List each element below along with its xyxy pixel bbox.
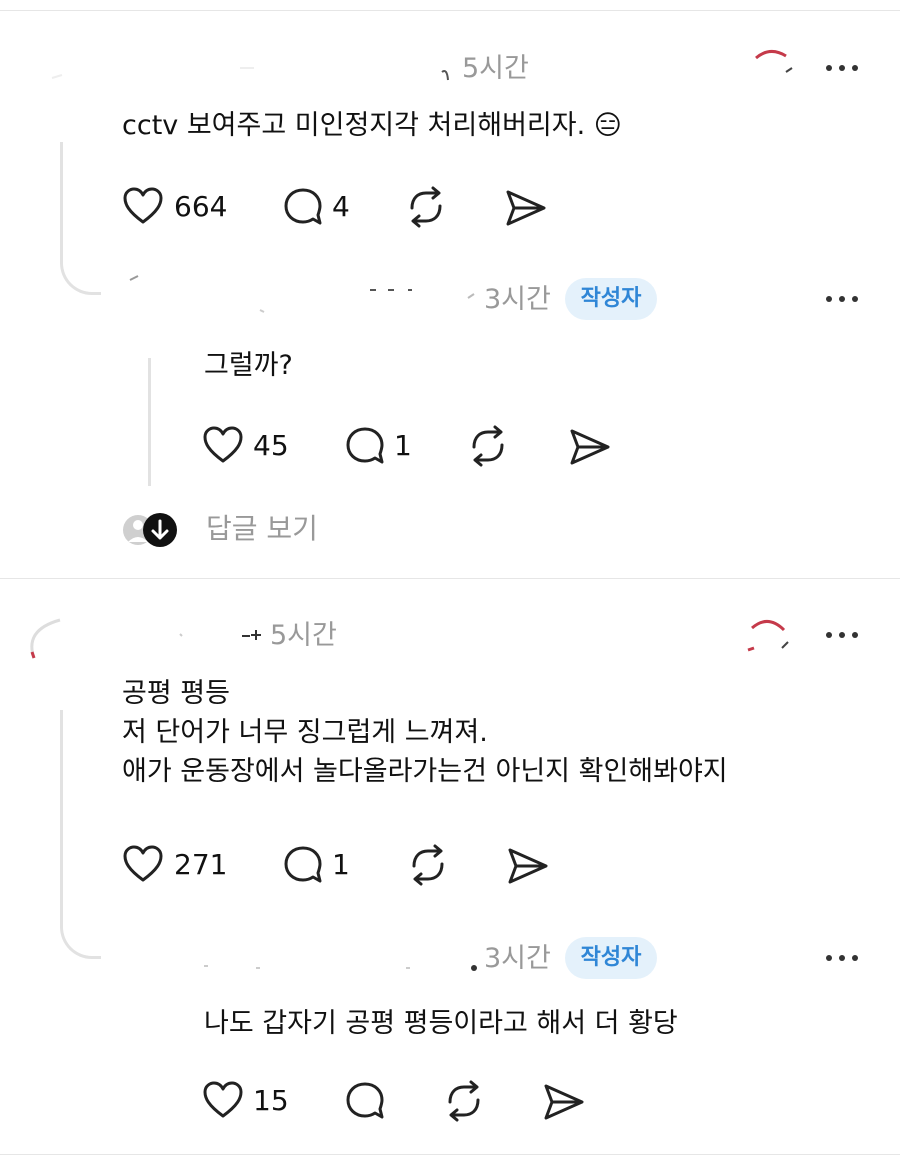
more-options-button[interactable] [826, 293, 862, 305]
avatar[interactable] [752, 44, 796, 84]
reply-time: 3시간 [484, 943, 551, 974]
heart-outline-icon[interactable] [122, 844, 164, 884]
like-count: 271 [174, 848, 228, 881]
speech-bubble-icon[interactable] [344, 1080, 386, 1122]
paper-plane-icon[interactable] [506, 846, 550, 886]
speech-bubble-icon[interactable] [282, 186, 324, 228]
username-redacted [179, 630, 261, 640]
heart-outline-icon[interactable] [122, 186, 164, 226]
like-count: 15 [253, 1084, 289, 1117]
reply-count: 1 [394, 429, 412, 462]
thread-line [60, 710, 101, 959]
comment-text: 공평 평등 저 단어가 너무 징그럽게 느껴져. 애가 운동장에서 놀다올라가는… [122, 678, 728, 787]
repost-arrows-icon[interactable] [404, 186, 448, 228]
author-badge: 작성자 [565, 937, 657, 979]
more-options-button[interactable] [826, 629, 862, 641]
bottom-divider [0, 1154, 900, 1155]
repost-arrows-icon[interactable] [466, 425, 510, 467]
like-count: 664 [174, 190, 228, 223]
comment-divider [0, 578, 900, 579]
reply-time: 3시간 [484, 284, 551, 315]
paper-plane-icon[interactable] [504, 188, 548, 228]
reply-count: 1 [332, 848, 350, 881]
username-redacted [204, 965, 477, 971]
reply-text: 그럴까? [204, 350, 293, 381]
username-redacted [129, 275, 475, 313]
avatar[interactable] [742, 614, 792, 658]
arrow-down-circle-icon[interactable] [118, 510, 182, 550]
reply-count: 4 [332, 190, 350, 223]
comment-text: cctv 보여주고 미인정지각 처리해버리자. 😑 [122, 110, 622, 141]
more-options-button[interactable] [826, 62, 862, 74]
more-options-button[interactable] [826, 952, 862, 964]
expressionless-emoji: 😑 [593, 110, 622, 141]
paper-plane-icon[interactable] [568, 427, 612, 467]
heart-outline-icon[interactable] [202, 425, 244, 465]
view-replies-label: 답글 보기 [206, 512, 318, 545]
top-divider [0, 10, 900, 11]
avatar[interactable] [24, 612, 68, 664]
repost-arrows-icon[interactable] [406, 844, 450, 886]
reply-text: 나도 갑자기 공평 평등이라고 해서 더 황당 [204, 1008, 678, 1039]
repost-arrows-icon[interactable] [442, 1080, 486, 1122]
paper-plane-icon[interactable] [542, 1082, 586, 1122]
speech-bubble-icon[interactable] [282, 844, 324, 886]
thread-line [148, 358, 151, 486]
comment-time: 5시간 [462, 53, 529, 84]
speech-bubble-icon[interactable] [344, 425, 386, 467]
thread-line [60, 142, 101, 295]
like-count: 45 [253, 429, 289, 462]
heart-outline-icon[interactable] [202, 1080, 244, 1120]
author-badge: 작성자 [565, 278, 657, 320]
comment-time: 5시간 [270, 620, 337, 651]
